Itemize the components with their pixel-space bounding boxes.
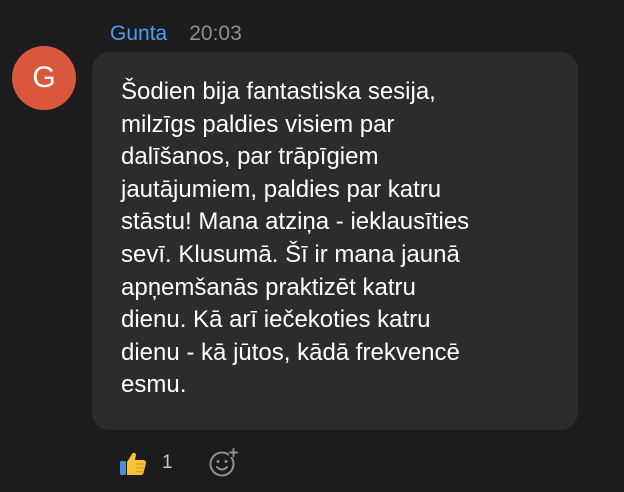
message-bubble: Šodien bija fantastiska sesija, milzīgs … [92, 52, 578, 430]
avatar[interactable]: G [12, 46, 76, 110]
reaction-count: 1 [162, 452, 173, 473]
message-time: 20:03 [189, 22, 242, 45]
chat-message: G Gunta 20:03 Šodien bija fantastiska se… [0, 0, 624, 492]
message-header: Gunta 20:03 [110, 20, 242, 48]
avatar-initial: G [32, 61, 56, 94]
reaction-thumbs-up[interactable]: 1 [118, 448, 173, 478]
add-reaction-icon[interactable] [207, 447, 239, 479]
message-text: Šodien bija fantastiska sesija, milzīgs … [121, 78, 470, 399]
author-name[interactable]: Gunta [110, 22, 167, 46]
reactions-bar: 1 [118, 446, 239, 480]
thumbs-up-icon [120, 452, 147, 475]
